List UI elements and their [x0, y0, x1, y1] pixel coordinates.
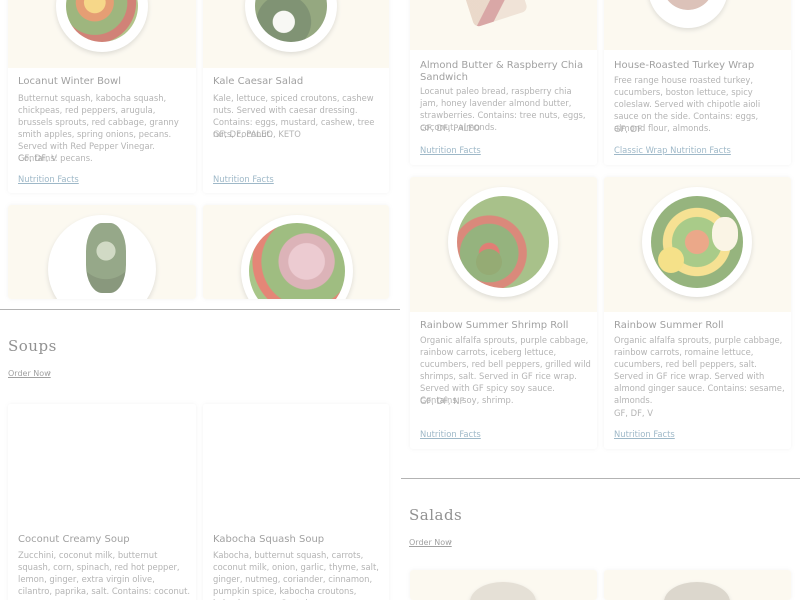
- food-photo: [203, 205, 389, 299]
- classic-wrap-nutrition-facts-link[interactable]: Classic Wrap Nutrition Facts: [614, 144, 731, 156]
- card-title: Coconut Creamy Soup: [18, 534, 130, 545]
- nutrition-facts-link[interactable]: Nutrition Facts: [213, 173, 274, 185]
- menu-card: [410, 570, 597, 600]
- card-title: Locanut Winter Bowl: [18, 76, 121, 87]
- menu-card: Almond Butter & Raspberry Chia Sandwich …: [410, 0, 597, 165]
- food-photo: [410, 177, 597, 312]
- order-now-link[interactable]: Order Now: [409, 538, 452, 547]
- chevron-right-icon: ›: [449, 536, 452, 546]
- diet-tags: GF, DF: [614, 124, 642, 134]
- diet-tags: GF, DF, NF: [420, 396, 465, 406]
- food-photo: [203, 404, 389, 529]
- menu-card: Locanut Winter Bowl Butternut squash, ka…: [8, 0, 196, 193]
- chevron-right-icon: ›: [48, 367, 51, 377]
- food-photo: [203, 0, 389, 68]
- right-panel: Almond Butter & Raspberry Chia Sandwich …: [400, 0, 800, 600]
- section-divider: [0, 309, 400, 310]
- food-photo: [604, 570, 791, 600]
- card-description: Kabocha, butternut squash, carrots, coco…: [213, 550, 379, 600]
- nutrition-facts-link[interactable]: Nutrition Facts: [614, 428, 675, 440]
- food-photo: [604, 177, 791, 312]
- diet-tags: GF, DF, PALEO, KETO: [213, 129, 301, 139]
- menu-card: [8, 205, 196, 299]
- left-panel: Locanut Winter Bowl Butternut squash, ka…: [0, 0, 400, 600]
- card-title: Almond Butter & Raspberry Chia Sandwich: [420, 60, 584, 83]
- food-photo: [410, 570, 597, 600]
- menu-card: Rainbow Summer Roll Organic alfalfa spro…: [604, 177, 791, 449]
- nutrition-facts-link[interactable]: Nutrition Facts: [420, 144, 481, 156]
- card-title: Kabocha Squash Soup: [213, 534, 325, 545]
- card-title: House-Roasted Turkey Wrap: [614, 60, 755, 71]
- nutrition-facts-link[interactable]: Nutrition Facts: [420, 428, 481, 440]
- section-divider: [401, 478, 800, 479]
- menu-card: Coconut Creamy Soup Zucchini, coconut mi…: [8, 404, 196, 600]
- card-title: Rainbow Summer Roll: [614, 320, 724, 331]
- food-photo: [8, 0, 196, 68]
- section-title-salads: Salads: [409, 506, 463, 524]
- diet-tags: GF, DF, V: [614, 408, 653, 418]
- card-title: Kale Caesar Salad: [213, 76, 304, 87]
- menu-card: [604, 570, 791, 600]
- menu-card: House-Roasted Turkey Wrap Free range hou…: [604, 0, 791, 165]
- diet-tags: GF, DF, PALEO: [420, 123, 481, 133]
- menu-card: Kale Caesar Salad Kale, lettuce, spiced …: [203, 0, 389, 193]
- diet-tags: GF, DF, V: [18, 153, 57, 163]
- food-photo: [410, 0, 597, 50]
- card-description: Zucchini, coconut milk, butternut squash…: [18, 550, 191, 596]
- nutrition-facts-link[interactable]: Nutrition Facts: [18, 173, 79, 185]
- card-title: Rainbow Summer Shrimp Roll: [420, 320, 569, 331]
- menu-card: Kabocha Squash Soup Kabocha, butternut s…: [203, 404, 389, 600]
- order-now-link[interactable]: Order Now: [8, 369, 51, 378]
- food-photo: [604, 0, 791, 50]
- menu-card: Rainbow Summer Shrimp Roll Organic alfal…: [410, 177, 597, 449]
- food-photo: [8, 205, 196, 299]
- section-title-soups: Soups: [8, 337, 57, 355]
- menu-card: [203, 205, 389, 299]
- food-photo: [8, 404, 196, 529]
- card-description: Organic alfalfa sprouts, purple cabbage,…: [614, 335, 785, 405]
